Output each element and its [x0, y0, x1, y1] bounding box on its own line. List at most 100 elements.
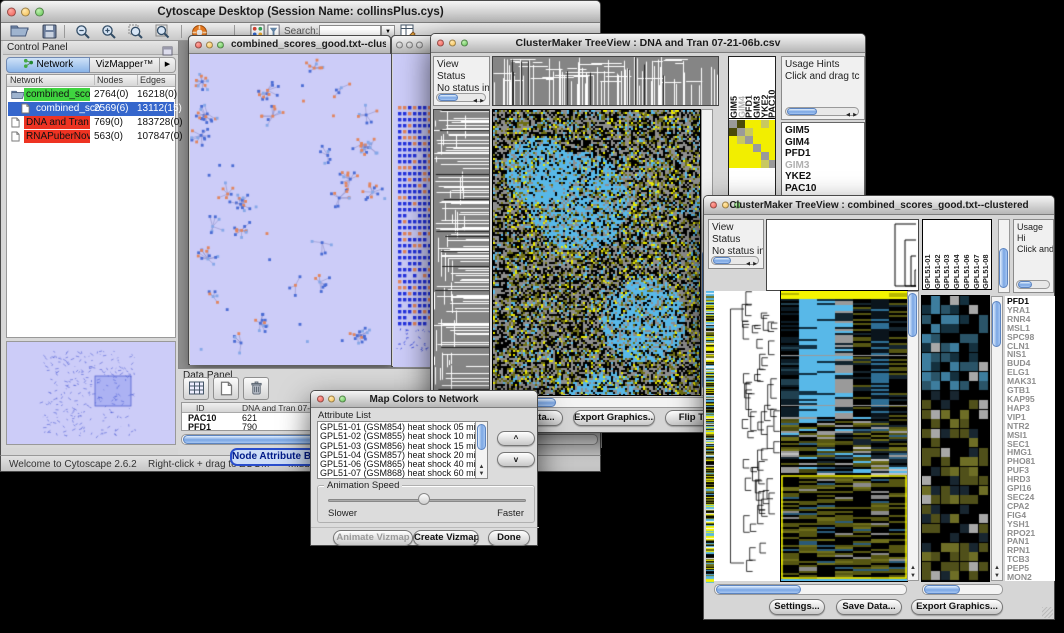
- scroll-left-icon[interactable]: ◀: [746, 258, 750, 269]
- matrix-cell[interactable]: [737, 128, 745, 136]
- mini-scrollbar[interactable]: ◀ ▶: [436, 93, 486, 102]
- matrix-cell[interactable]: [769, 120, 776, 128]
- network-list-row[interactable]: combined_scores2764(0)16218(0): [8, 88, 174, 102]
- zoom-window-icon[interactable]: [416, 41, 423, 48]
- heatmap-vscrollbar[interactable]: ▲ ▼: [907, 291, 919, 581]
- matrix-cell[interactable]: [753, 136, 761, 144]
- tabs-overflow-button[interactable]: ▶: [160, 57, 176, 73]
- matrix-cell[interactable]: [729, 152, 737, 160]
- gene-label[interactable]: YKE2: [785, 171, 861, 183]
- matrix-cell[interactable]: [769, 136, 776, 144]
- mini-scrollbar[interactable]: [1016, 280, 1050, 289]
- matrix-cell[interactable]: [761, 152, 769, 160]
- column-dendrogram[interactable]: [492, 56, 719, 106]
- zoom-out-button[interactable]: [73, 24, 93, 40]
- list-vscrollbar[interactable]: ▲ ▼: [475, 422, 487, 478]
- zoom-window-icon[interactable]: [217, 41, 224, 48]
- matrix-cell[interactable]: [737, 136, 745, 144]
- matrix-cell[interactable]: [761, 144, 769, 152]
- gene-label[interactable]: MON2: [1007, 573, 1053, 581]
- scroll-up-icon[interactable]: ▲: [992, 565, 1002, 571]
- scroll-down-icon[interactable]: ▼: [908, 573, 918, 579]
- matrix-cell[interactable]: [753, 152, 761, 160]
- col-edges[interactable]: Edges: [137, 75, 166, 85]
- minimize-icon[interactable]: [406, 41, 413, 48]
- matrix-cell[interactable]: [729, 136, 737, 144]
- matrix-cell[interactable]: [753, 144, 761, 152]
- speed-slider-thumb[interactable]: [418, 493, 430, 505]
- scroll-left-icon[interactable]: ◀: [846, 109, 850, 120]
- attribute-item[interactable]: GPL51-07 (GSM868) heat shock 60 min: [318, 469, 474, 478]
- matrix-cell[interactable]: [737, 144, 745, 152]
- column-label[interactable]: GIM3: [752, 57, 760, 118]
- col-nodes[interactable]: Nodes: [94, 75, 123, 85]
- gene-label[interactable]: PAC10: [785, 183, 861, 195]
- matrix-cell[interactable]: [729, 128, 737, 136]
- array-column-label[interactable]: GPL51-04 (GSM857): [952, 220, 962, 289]
- move-down-button[interactable]: v: [497, 452, 535, 467]
- column-dendrogram[interactable]: [766, 219, 919, 291]
- close-icon[interactable]: [7, 7, 16, 16]
- scrollbar-thumb[interactable]: [787, 108, 817, 115]
- matrix-cell[interactable]: [761, 128, 769, 136]
- network-view-titlebar[interactable]: combined_scores_good.txt--cluste...: [189, 36, 390, 54]
- zoom-hscrollbar[interactable]: [922, 584, 1003, 595]
- matrix-cell[interactable]: [769, 160, 776, 168]
- array-column-label[interactable]: GPL51-03 (GSM856): [942, 220, 952, 289]
- treeview-button[interactable]: Save Data...: [836, 599, 902, 615]
- scrollbar-thumb[interactable]: [713, 257, 731, 264]
- network-grid-canvas[interactable]: [393, 54, 433, 367]
- array-column-label[interactable]: GPL51-02 (GSM855): [933, 220, 943, 289]
- treeview-button[interactable]: Export Graphics...: [573, 410, 655, 426]
- network-list-row[interactable]: RNAPuberNov2+|563(0)107847(0): [8, 130, 174, 144]
- scrollbar-thumb[interactable]: [1018, 281, 1032, 288]
- scroll-right-icon[interactable]: ▶: [753, 258, 757, 269]
- array-column-label[interactable]: GPL51-01 (GSM854): [923, 220, 933, 289]
- matrix-cell[interactable]: [737, 152, 745, 160]
- global-overview-strip[interactable]: [706, 291, 714, 583]
- treeview-button[interactable]: Settings...: [769, 599, 825, 615]
- minimize-icon[interactable]: [206, 41, 213, 48]
- mini-scrollbar[interactable]: ◀ ▶: [711, 256, 759, 265]
- column-label[interactable]: GIM5: [729, 57, 737, 118]
- treeview-button[interactable]: Export Graphics...: [911, 599, 1003, 615]
- heatmap-hscrollbar[interactable]: [714, 584, 907, 595]
- matrix-cell[interactable]: [729, 144, 737, 152]
- heatmap[interactable]: [781, 291, 907, 581]
- gene-label[interactable]: GIM3: [785, 160, 861, 172]
- summary-heatmap[interactable]: [729, 120, 776, 168]
- zoom-fit-button[interactable]: [153, 24, 173, 40]
- matrix-cell[interactable]: [745, 160, 753, 168]
- dialog-titlebar[interactable]: Map Colors to Network: [311, 391, 537, 408]
- col-network[interactable]: Network: [10, 75, 43, 85]
- gene-label[interactable]: PFD1: [785, 148, 861, 160]
- close-icon[interactable]: [437, 40, 444, 47]
- matrix-cell[interactable]: [753, 120, 761, 128]
- scrollbar-thumb[interactable]: [999, 248, 1008, 288]
- matrix-cell[interactable]: [761, 136, 769, 144]
- scroll-left-icon[interactable]: ◀: [473, 95, 477, 106]
- scroll-right-icon[interactable]: ▶: [480, 95, 484, 106]
- matrix-cell[interactable]: [745, 144, 753, 152]
- zoom-in-button[interactable]: [99, 24, 119, 40]
- gene-label[interactable]: GIM4: [785, 137, 861, 149]
- create-vizmap-button[interactable]: Create Vizmap: [413, 530, 479, 546]
- network-list-row[interactable]: combined_sco2569(6)13112(15): [8, 102, 174, 116]
- open-file-button[interactable]: [9, 24, 29, 40]
- matrix-cell[interactable]: [761, 120, 769, 128]
- zoom-selected-button[interactable]: [126, 24, 146, 40]
- col-id[interactable]: ID: [196, 403, 205, 413]
- matrix-cell[interactable]: [769, 152, 776, 160]
- matrix-cell[interactable]: [745, 136, 753, 144]
- treeview1-titlebar[interactable]: ClusterMaker TreeView : DNA and Tran 07-…: [431, 34, 865, 53]
- scroll-up-icon[interactable]: ▲: [476, 464, 487, 470]
- scroll-down-icon[interactable]: ▼: [992, 573, 1002, 579]
- treeview2-titlebar[interactable]: ClusterMaker TreeView : combined_scores_…: [704, 196, 1054, 215]
- array-column-label[interactable]: GPL51-08 (GSM872): [981, 220, 991, 289]
- network-grid-titlebar[interactable]: [392, 36, 432, 54]
- close-icon[interactable]: [317, 396, 324, 403]
- scrollbar-thumb[interactable]: [477, 424, 486, 450]
- scrollbar-thumb[interactable]: [992, 301, 1001, 347]
- gene-label[interactable]: GIM5: [785, 125, 861, 137]
- array-column-label[interactable]: GPL51-07 (GSM868): [972, 220, 982, 289]
